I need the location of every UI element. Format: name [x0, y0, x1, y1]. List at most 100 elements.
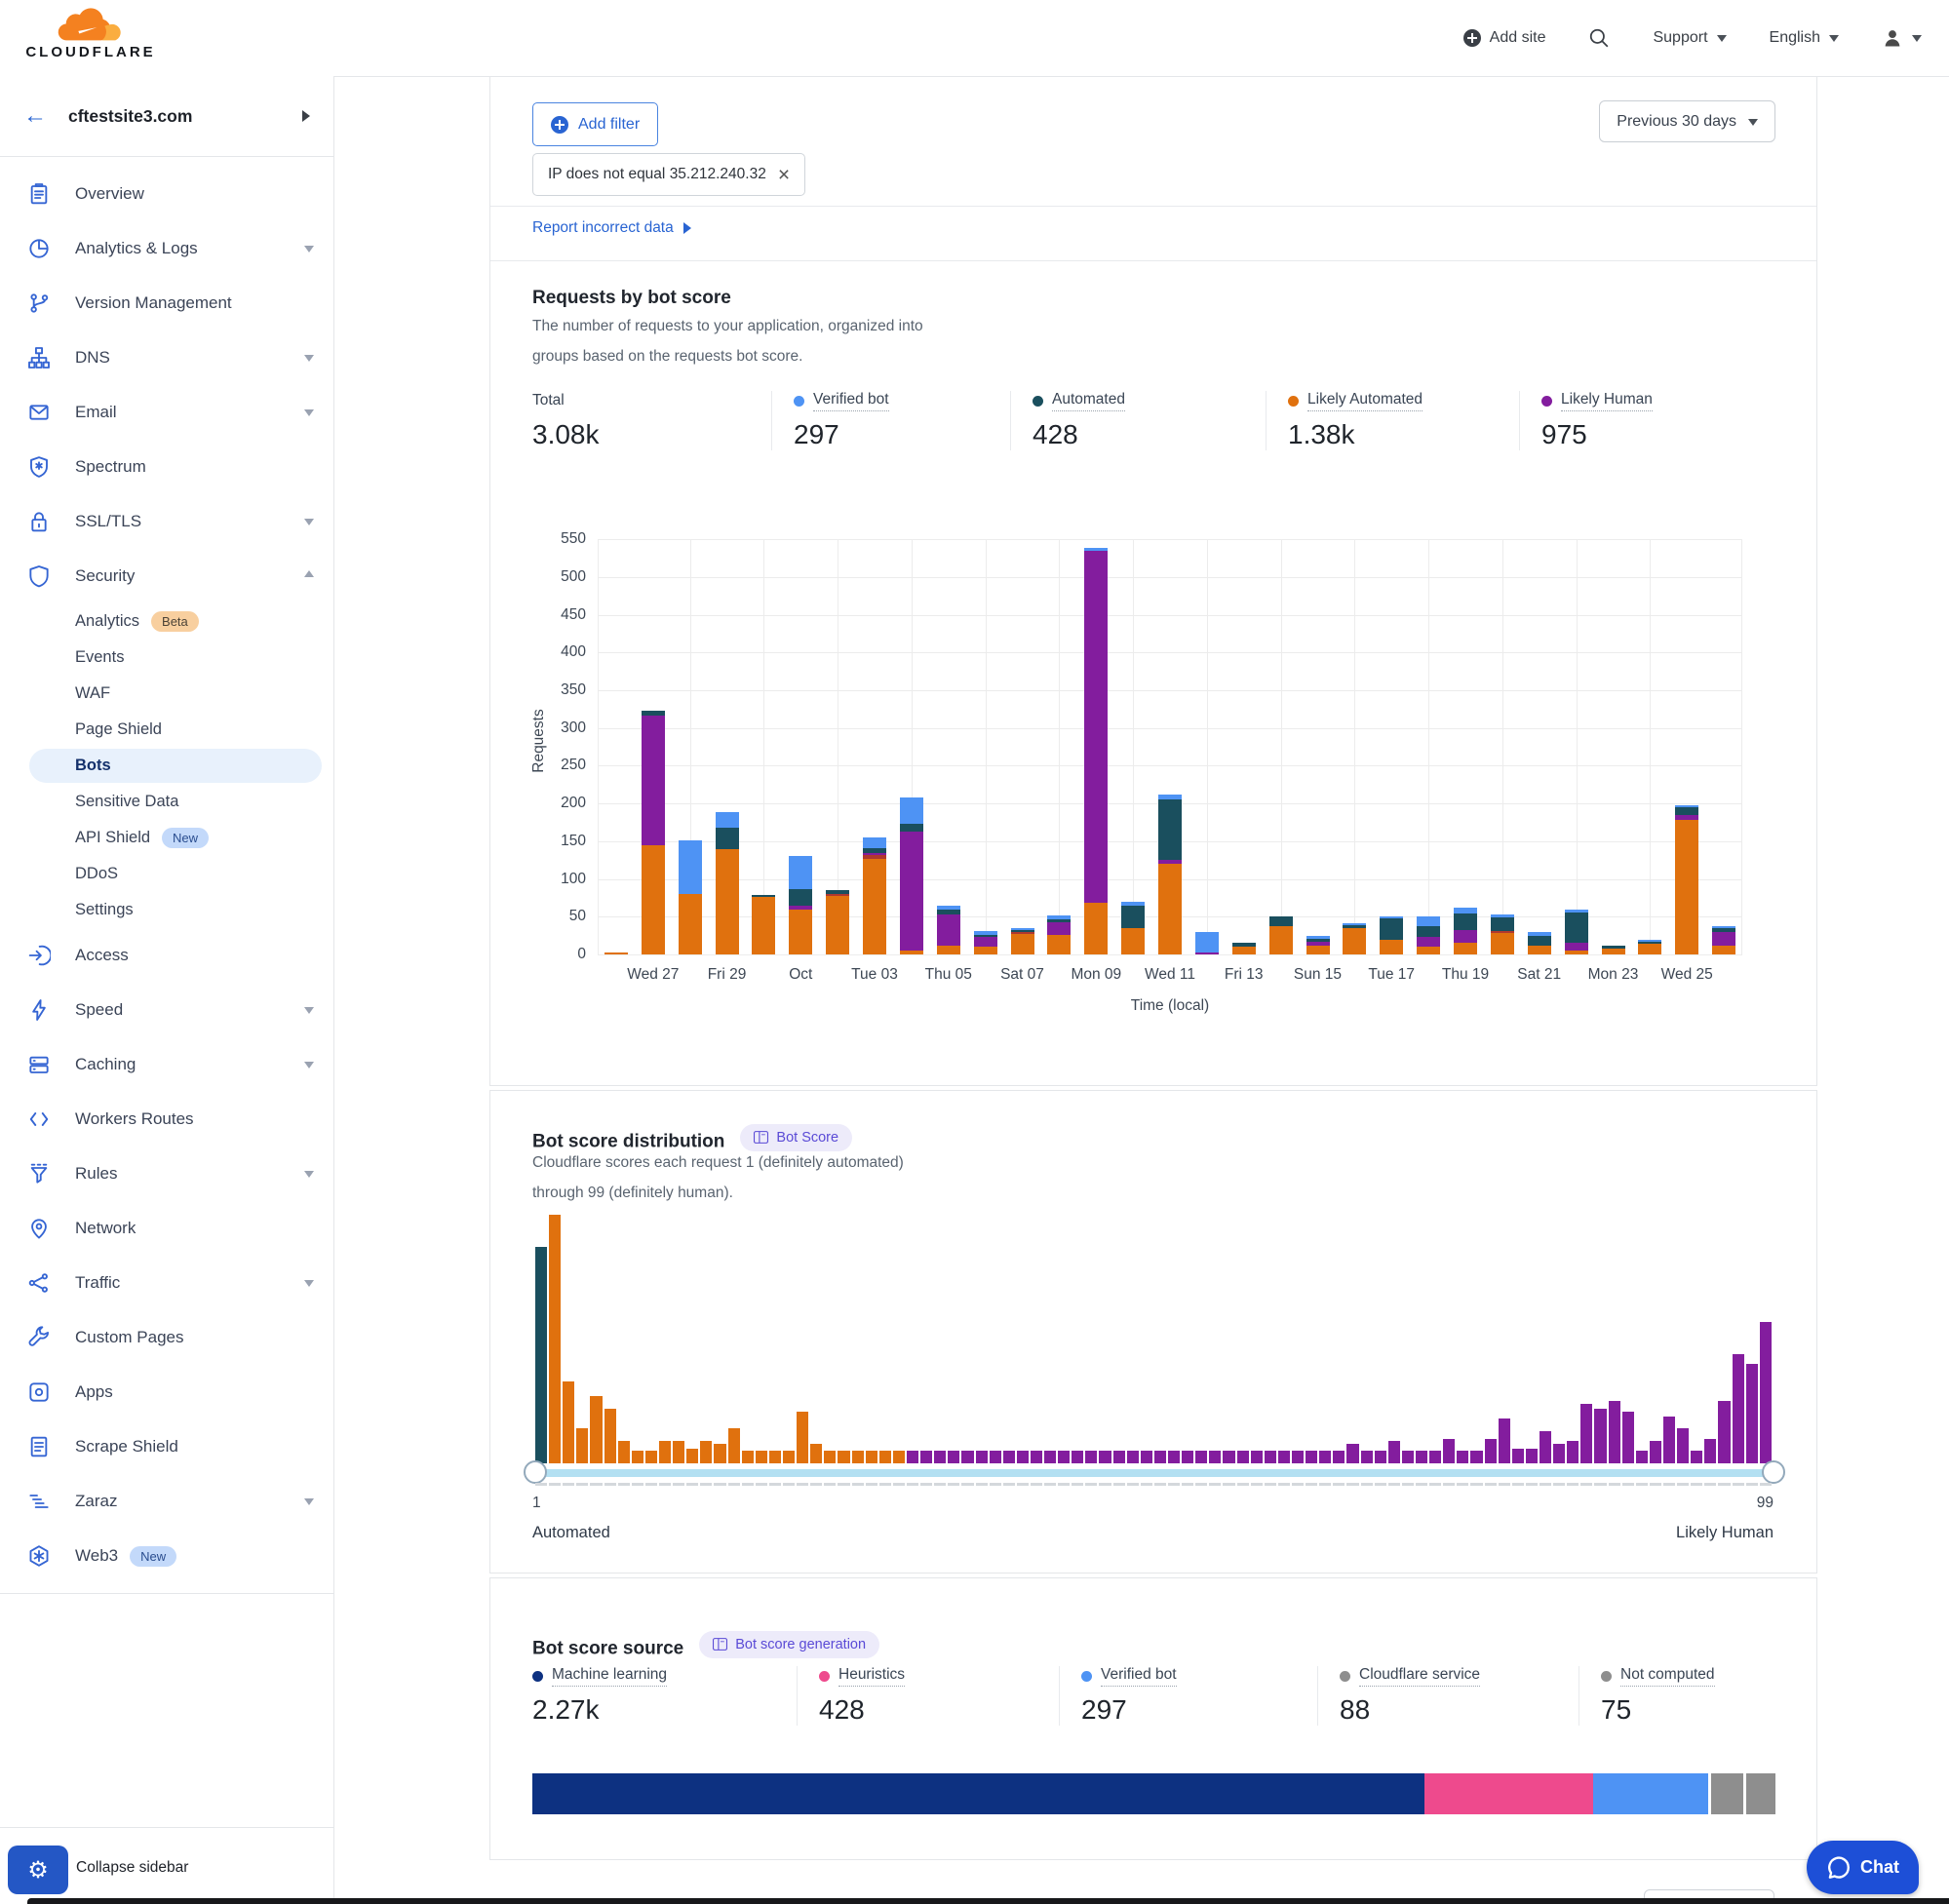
sidebar-item-rules[interactable]: Rules [0, 1146, 333, 1201]
histogram-bar [866, 1451, 877, 1463]
histogram-bar [1072, 1451, 1083, 1463]
histogram-bar [1733, 1354, 1744, 1463]
bolt-icon [27, 998, 51, 1022]
sidebar-item-overview[interactable]: Overview [0, 167, 333, 221]
histogram-tick [563, 1483, 574, 1486]
bot-score-generation-badge[interactable]: Bot score generation [699, 1631, 879, 1658]
sidebar-item-zaraz[interactable]: Zaraz [0, 1474, 333, 1529]
bar-segment [900, 797, 923, 824]
sidebar-item-sensitive-data[interactable]: Sensitive Data [0, 784, 333, 820]
back-arrow-icon[interactable]: ← [23, 102, 47, 130]
share-nodes-icon [27, 1271, 51, 1295]
histogram-tick [1443, 1483, 1455, 1486]
chart-bar [1638, 940, 1661, 954]
chart-bar [1047, 915, 1071, 954]
sidebar-item-apps[interactable]: Apps [0, 1365, 333, 1419]
sidebar-item-email[interactable]: Email [0, 385, 333, 440]
requests-stats-row: Total3.08kVerified bot297Automated428Lik… [532, 391, 1775, 450]
report-incorrect-data-link[interactable]: Report incorrect data [532, 219, 697, 237]
sidebar-item-events[interactable]: Events [0, 640, 333, 676]
code-brackets-icon [27, 1107, 51, 1131]
sidebar-item-spectrum[interactable]: Spectrum [0, 440, 333, 494]
section-description: Cloudflare scores each request 1 (defini… [532, 1147, 904, 1208]
sidebar-item-access[interactable]: Access [0, 928, 333, 983]
sidebar-item-network[interactable]: Network [0, 1201, 333, 1256]
sidebar-item-traffic[interactable]: Traffic [0, 1256, 333, 1310]
bar-segment [679, 894, 702, 954]
login-icon [27, 944, 51, 967]
slider-handle-min[interactable] [524, 1460, 547, 1484]
sidebar-item-api-shield[interactable]: API ShieldNew [0, 820, 333, 856]
sidebar-item-analytics[interactable]: AnalyticsBeta [0, 603, 333, 640]
sidebar-item-page-shield[interactable]: Page Shield [0, 712, 333, 748]
histogram-tick [1636, 1483, 1648, 1486]
stat-value: 88 [1340, 1694, 1579, 1726]
sidebar-item-settings[interactable]: Settings [0, 892, 333, 928]
chart-bar [826, 890, 849, 954]
chart-bar [937, 906, 960, 954]
account-menu[interactable] [1882, 27, 1922, 49]
sidebar-item-label: Traffic [75, 1273, 120, 1293]
slider-handle-max[interactable] [1762, 1460, 1785, 1484]
sidebar-item-label: Caching [75, 1055, 136, 1074]
sidebar-item-dns[interactable]: DNS [0, 330, 333, 385]
mail-icon [27, 401, 51, 424]
histogram-bar [1704, 1439, 1716, 1464]
add-filter-button[interactable]: Add filter [532, 102, 658, 146]
sidebar-item-ddos[interactable]: DDoS [0, 856, 333, 892]
site-expand-icon[interactable] [302, 110, 316, 122]
sidebar-item-bots[interactable]: Bots [0, 748, 333, 784]
histogram-bar [1168, 1451, 1180, 1463]
histogram-tick [852, 1483, 864, 1486]
histogram-tick [1223, 1483, 1234, 1486]
histogram-tick [1251, 1483, 1263, 1486]
language-menu[interactable]: English [1770, 29, 1839, 47]
sidebar-item-ssl-tls[interactable]: SSL/TLS [0, 494, 333, 549]
bar-segment [1565, 943, 1588, 951]
sidebar-item-caching[interactable]: Caching [0, 1037, 333, 1092]
histogram-tick [1154, 1483, 1166, 1486]
bar-segment [1712, 932, 1735, 946]
stacked-bars-icon [27, 1490, 51, 1513]
filter-chip[interactable]: IP does not equal 35.212.240.32 × [532, 153, 805, 196]
histogram-bar [700, 1441, 712, 1463]
sidebar-item-version-management[interactable]: Version Management [0, 276, 333, 330]
histogram-bar [1375, 1451, 1386, 1463]
language-label: English [1770, 29, 1820, 47]
sidebar-item-label: Analytics & Logs [75, 239, 198, 258]
bar-segment [1011, 934, 1034, 954]
search-icon[interactable] [1588, 27, 1610, 49]
bar-segment [826, 896, 849, 954]
settings-gear-button[interactable]: ⚙ [8, 1846, 68, 1894]
chart-bar [900, 797, 923, 954]
chat-button[interactable]: Chat [1807, 1841, 1919, 1894]
sidebar-item-analytics-logs[interactable]: Analytics & Logs [0, 221, 333, 276]
sidebar-item-custom-pages[interactable]: Custom Pages [0, 1310, 333, 1365]
time-range-select[interactable]: Previous 30 days [1599, 100, 1775, 142]
close-icon[interactable]: × [778, 165, 790, 185]
add-site-button[interactable]: Add site [1463, 29, 1546, 47]
histogram-tick [1195, 1483, 1207, 1486]
sidebar-item-web3[interactable]: Web3New [0, 1529, 333, 1583]
score-range-slider[interactable] [535, 1469, 1774, 1477]
sidebar-item-waf[interactable]: WAF [0, 676, 333, 712]
bar-segment [1158, 864, 1182, 954]
source-segment-verified-bot [1593, 1773, 1709, 1814]
histogram-bar [1677, 1428, 1689, 1463]
sidebar-item-security[interactable]: Security [0, 549, 333, 603]
sidebar-item-scrape-shield[interactable]: Scrape Shield [0, 1419, 333, 1474]
sidebar-item-label: API Shield [75, 829, 150, 847]
collapse-sidebar-label[interactable]: Collapse sidebar [76, 1859, 188, 1877]
sidebar-item-speed[interactable]: Speed [0, 983, 333, 1037]
sidebar-item-workers-routes[interactable]: Workers Routes [0, 1092, 333, 1146]
bar-segment [1084, 551, 1108, 903]
histogram-bar [1182, 1451, 1193, 1463]
bar-segment [1380, 940, 1403, 955]
histogram-tick [797, 1483, 808, 1486]
support-menu[interactable]: Support [1653, 29, 1726, 47]
histogram-bar [1622, 1412, 1634, 1464]
stat-label: Total [532, 392, 565, 409]
chart-bar [1195, 932, 1219, 954]
histogram-bar [1085, 1451, 1097, 1463]
chart-bar [1269, 916, 1293, 954]
